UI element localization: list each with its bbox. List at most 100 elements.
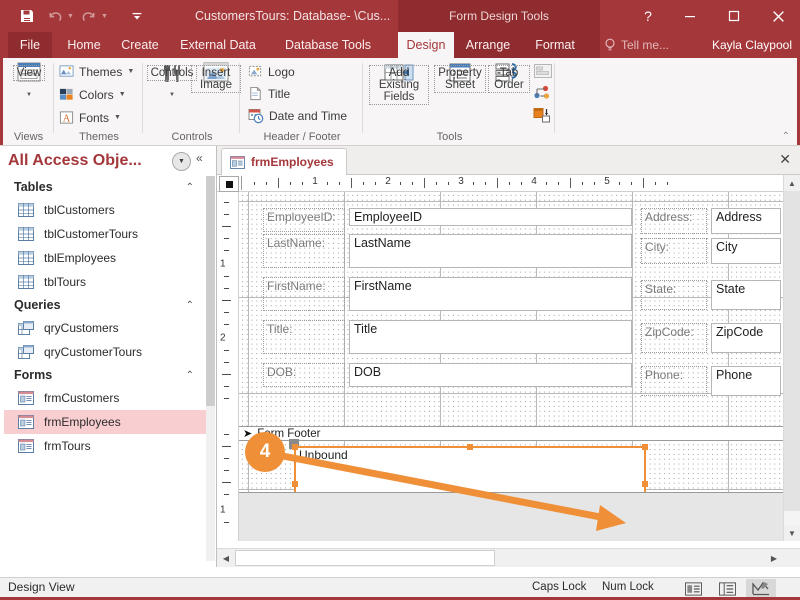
horizontal-scroll-thumb[interactable] (235, 550, 495, 566)
nav-item-tblcustomertours[interactable]: tblCustomerTours (4, 222, 210, 246)
restore-button[interactable] (712, 0, 756, 32)
textbox-state[interactable]: State (711, 280, 781, 310)
label-title[interactable]: Title: (263, 320, 345, 354)
close-document-button[interactable]: ✕ (779, 151, 791, 168)
vertical-scroll-track[interactable] (784, 191, 800, 511)
canvas-vertical-scrollbar[interactable]: ▲ ▼ (783, 175, 800, 541)
customize-quick-access-icon[interactable] (124, 3, 150, 29)
form-selector-button[interactable] (219, 176, 239, 192)
chevron-down-icon[interactable]: ▼ (172, 152, 191, 171)
themes-button[interactable]: Themes ▼ (59, 64, 134, 79)
textbox-zipcode[interactable]: ZipCode (711, 323, 781, 353)
form-design-canvas[interactable]: EmployeeID: EmployeeID LastName: LastNam… (239, 192, 783, 541)
tab-file[interactable]: File (8, 32, 52, 58)
canvas-horizontal-scrollbar[interactable]: ◀ ▶ (217, 548, 800, 567)
nav-item-tbltours[interactable]: tblTours (4, 270, 210, 294)
nav-item-tblemployees[interactable]: tblEmployees (4, 246, 210, 270)
label-state[interactable]: State: (641, 280, 707, 310)
tab-home[interactable]: Home (58, 32, 110, 58)
property-sheet-button[interactable]: Property Sheet (434, 62, 486, 93)
fonts-dropdown-icon[interactable]: ▼ (114, 114, 121, 121)
label-city[interactable]: City: (641, 238, 707, 264)
design-view-button[interactable] (746, 579, 776, 598)
label-employeeid[interactable]: EmployeeID: (263, 208, 345, 232)
nav-group-header-queries[interactable]: Queries ⌃ (4, 294, 210, 316)
redo-icon[interactable] (76, 3, 102, 29)
convert-form-to-report-button[interactable] (533, 107, 553, 126)
collapse-ribbon-button[interactable]: ⌃ (782, 131, 790, 142)
colors-dropdown-icon[interactable]: ▼ (119, 91, 126, 98)
textbox-dob[interactable]: DOB (349, 363, 632, 387)
textbox-firstname[interactable]: FirstName (349, 277, 632, 311)
nav-item-qrycustomertours[interactable]: qryCustomerTours (4, 340, 210, 364)
tab-order-button[interactable]: Tab Order (488, 62, 530, 93)
resize-handle-top-right[interactable] (642, 444, 648, 450)
account-name[interactable]: Kayla Claypool (712, 32, 792, 58)
textbox-title[interactable]: Title (349, 320, 632, 354)
tell-me-box[interactable]: Tell me... (604, 32, 669, 58)
minimize-button[interactable] (668, 0, 712, 32)
tab-arrange[interactable]: Arrange (456, 32, 520, 58)
logo-button[interactable]: Logo (248, 64, 295, 79)
label-firstname[interactable]: FirstName: (263, 277, 345, 311)
resize-handle-middle-left[interactable] (292, 481, 298, 487)
view-button[interactable]: View ▼ (3, 62, 55, 99)
convert-macros-button[interactable] (533, 85, 553, 104)
tab-database-tools[interactable]: Database Tools (272, 32, 384, 58)
chevron-up-icon[interactable]: ⌃ (186, 370, 194, 381)
tab-format[interactable]: Format (524, 32, 586, 58)
scroll-down-button[interactable]: ▼ (784, 525, 800, 541)
navigation-pane-scroll-thumb[interactable] (206, 176, 215, 406)
scroll-right-button[interactable]: ▶ (766, 550, 782, 566)
textbox-employeeid[interactable]: EmployeeID (349, 208, 632, 226)
controls-dropdown-icon[interactable]: ▼ (169, 92, 175, 99)
textbox-address[interactable]: Address (711, 208, 781, 234)
form-footer-section[interactable]: Unbound (239, 439, 783, 524)
nav-item-frmtours[interactable]: frmTours (4, 434, 210, 458)
form-view-button[interactable] (678, 579, 708, 598)
resize-handle-middle-right[interactable] (642, 481, 648, 487)
double-chevron-left-icon[interactable]: « (196, 151, 203, 165)
nav-group-header-tables[interactable]: Tables ⌃ (4, 176, 210, 198)
detail-section[interactable]: EmployeeID: EmployeeID LastName: LastNam… (239, 192, 783, 414)
insert-image-button[interactable]: Insert Image (190, 62, 242, 93)
label-phone[interactable]: Phone: (641, 366, 707, 396)
scroll-left-button[interactable]: ◀ (218, 550, 234, 566)
tab-external-data[interactable]: External Data (172, 32, 264, 58)
scroll-up-button[interactable]: ▲ (784, 175, 800, 191)
title-button[interactable]: Title (248, 86, 290, 101)
tab-create[interactable]: Create (114, 32, 166, 58)
resize-handle-top-center[interactable] (467, 444, 473, 450)
resize-handle-top-left[interactable] (292, 444, 298, 450)
undo-icon[interactable] (42, 3, 68, 29)
nav-item-frmcustomers[interactable]: frmCustomers (4, 386, 210, 410)
textbox-phone[interactable]: Phone (711, 366, 781, 396)
nav-item-frmemployees[interactable]: frmEmployees (4, 410, 210, 434)
textbox-lastname[interactable]: LastName (349, 234, 632, 268)
chevron-up-icon[interactable]: ⌃ (186, 300, 194, 311)
nav-group-header-forms[interactable]: Forms ⌃ (4, 364, 210, 386)
navigation-pane-scrollbar[interactable] (206, 176, 215, 561)
colors-button[interactable]: Colors ▼ (59, 87, 126, 102)
subform-in-new-window-button[interactable] (533, 63, 553, 82)
view-dropdown-icon[interactable]: ▼ (26, 92, 32, 99)
layout-view-button[interactable] (712, 579, 742, 598)
label-zipcode[interactable]: ZipCode: (641, 323, 707, 353)
redo-dropdown-icon[interactable]: ▼ (101, 13, 108, 20)
document-tab-frmemployees[interactable]: frmEmployees (221, 148, 347, 175)
label-address[interactable]: Address: (641, 208, 707, 234)
label-dob[interactable]: DOB: (263, 363, 345, 387)
fonts-button[interactable]: A Fonts ▼ (59, 110, 121, 125)
add-existing-fields-button[interactable]: Add Existing Fields (368, 62, 430, 105)
save-icon[interactable] (14, 3, 40, 29)
form-footer-band-bar[interactable]: ➤ Form Footer (239, 426, 783, 441)
close-button[interactable] (756, 0, 800, 32)
help-button[interactable]: ? (628, 0, 668, 32)
textbox-city[interactable]: City (711, 238, 781, 264)
undo-dropdown-icon[interactable]: ▼ (67, 13, 74, 20)
nav-item-qrycustomers[interactable]: qryCustomers (4, 316, 210, 340)
themes-dropdown-icon[interactable]: ▼ (127, 68, 134, 75)
chevron-up-icon[interactable]: ⌃ (186, 182, 194, 193)
tab-design[interactable]: Design (398, 32, 454, 58)
date-and-time-button[interactable]: Date and Time (248, 108, 347, 124)
